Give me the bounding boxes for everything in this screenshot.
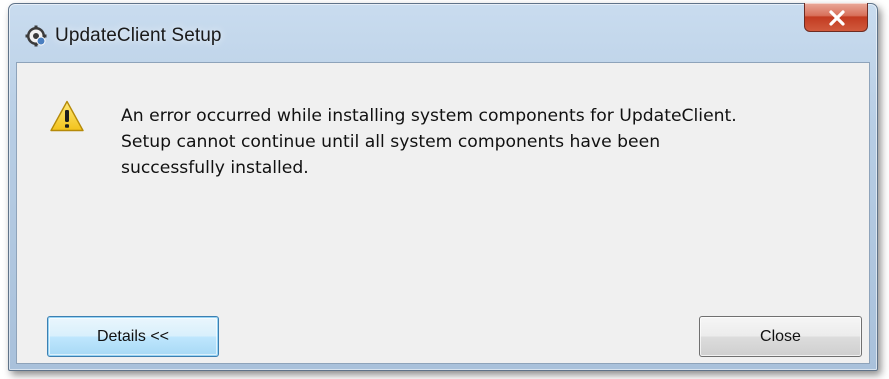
- titlebar-close-button[interactable]: [804, 3, 868, 32]
- message-line: successfully installed.: [121, 158, 309, 178]
- window-title: UpdateClient Setup: [55, 25, 222, 46]
- title-bar[interactable]: UpdateClient Setup: [9, 3, 877, 64]
- warning-icon: [50, 100, 84, 132]
- setup-dialog-window: UpdateClient Setup An error occurred whi…: [8, 3, 878, 371]
- message-line: Setup cannot continue until all system c…: [121, 132, 661, 152]
- error-message: An error occurred while installing syste…: [121, 103, 851, 181]
- details-button[interactable]: Details <<: [47, 316, 219, 357]
- close-button[interactable]: Close: [699, 316, 862, 357]
- dialog-content: An error occurred while installing syste…: [16, 62, 870, 364]
- close-icon: [829, 10, 845, 26]
- setup-gear-icon: [25, 25, 47, 47]
- message-line: An error occurred while installing syste…: [121, 106, 737, 126]
